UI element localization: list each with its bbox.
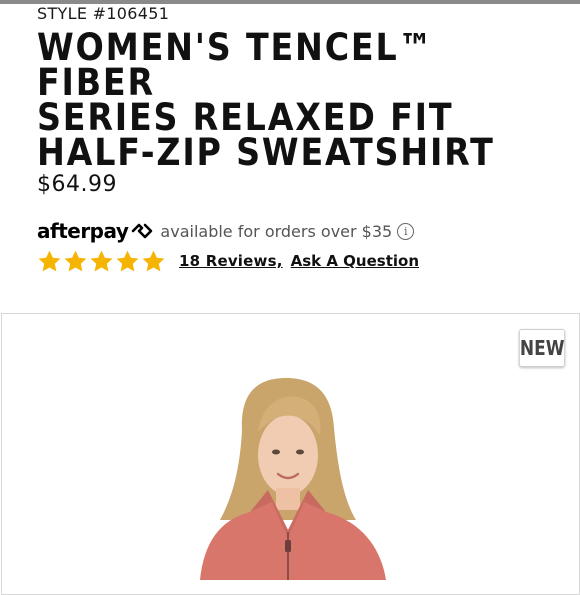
style-number: STYLE #106451	[37, 4, 170, 23]
afterpay-logo: afterpay	[37, 219, 154, 243]
face-shape	[258, 415, 318, 495]
star-rating[interactable]	[37, 249, 166, 274]
afterpay-text: available for orders over $35	[160, 221, 393, 241]
neck-shape	[276, 488, 300, 510]
star-icon	[116, 250, 139, 271]
eye-left	[272, 449, 280, 455]
product-price: $64.99	[37, 172, 117, 197]
product-title: WOMEN'S TENCEL™ FIBER SERIES RELAXED FIT…	[37, 26, 495, 174]
star-icon	[38, 250, 61, 271]
info-icon[interactable]: i	[397, 222, 415, 240]
ask-question-link[interactable]: Ask A Question	[291, 252, 419, 270]
star-icon	[142, 250, 165, 271]
product-photo[interactable]	[180, 370, 410, 580]
rating-row: 18 Reviews, Ask A Question	[37, 248, 419, 274]
eye-right	[296, 449, 304, 455]
star-icon	[90, 250, 113, 271]
afterpay-wordmark: afterpay	[37, 219, 129, 243]
afterpay-row: afterpay available for orders over $35 i	[37, 218, 415, 244]
afterpay-arrows-icon	[132, 223, 153, 239]
star-icon	[64, 250, 87, 271]
reviews-link[interactable]: 18 Reviews,	[179, 252, 283, 270]
new-badge: NEW	[519, 329, 565, 367]
zipper-pull	[285, 540, 291, 552]
